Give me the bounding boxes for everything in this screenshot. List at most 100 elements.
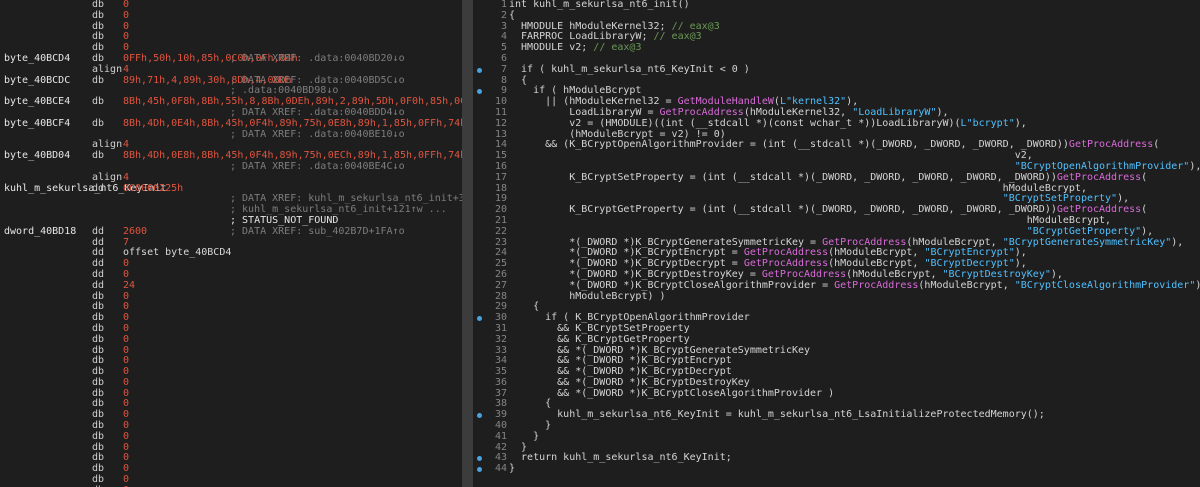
disasm-line[interactable]: align 4 <box>0 172 462 184</box>
code-token: ), <box>846 96 859 108</box>
disasm-line[interactable]: db0 <box>0 366 462 378</box>
disasm-line[interactable]: db0 <box>0 323 462 335</box>
disasm-line[interactable]: db0 <box>0 345 462 357</box>
code-token: // eax@3 <box>671 20 720 32</box>
disasm-line[interactable]: byte_40BCF4 db 8Bh,4Dh,0E4h,8Bh,45h,0F4h,8… <box>0 118 462 130</box>
code-token: ), <box>1014 117 1027 129</box>
code-token: ), <box>1014 258 1027 270</box>
pseudocode-line[interactable]: 37 && *(_DWORD *)K_BCryptCloseAlgorithmP… <box>473 388 1200 400</box>
code-token: (hModuleBcrypt, <box>918 279 1015 291</box>
disasm-line[interactable]: db0 <box>0 312 462 324</box>
code-token: "BCryptOpenAlgorithmProvider" <box>1014 160 1190 172</box>
code-token: "BCryptDestroyKey" <box>942 268 1051 280</box>
disasm-line[interactable]: db0 <box>0 409 462 421</box>
disasm-line[interactable]: byte_40BCD4 db 0FFh,50h,10h,85h,0C0h,0Fh,8… <box>0 53 462 65</box>
line-number: 27 <box>494 279 507 291</box>
pseudocode-line[interactable]: 39 kuhl_m_sekurlsa_nt6_KeyInit = kuhl_m_… <box>473 409 1200 421</box>
code-token: "BCryptGetProperty" <box>1026 225 1142 237</box>
disasm-line[interactable]: dd 7 <box>0 237 462 249</box>
pseudocode-view[interactable]: 1 int kuhl_m_sekurlsa_nt6_init() 2{3 HMODU… <box>473 0 1200 487</box>
code-token: HMODULE v2; <box>509 42 594 54</box>
code-token: v2, <box>509 150 1033 162</box>
code-token: ( <box>1141 171 1148 183</box>
disasm-label: dword_40BD18 <box>4 225 77 237</box>
code-text: } <box>509 463 516 475</box>
disasm-label: byte_40BCE4 <box>4 96 71 108</box>
line-number: 2 <box>500 9 507 21</box>
disasm-line[interactable]: dd 0 <box>0 258 462 270</box>
code-token: (hModuleKernel32, <box>743 106 853 118</box>
code-token: { <box>509 74 528 86</box>
disasm-line[interactable]: db0 <box>0 388 462 400</box>
code-token: { <box>509 301 540 313</box>
disasm-comment: ; DATA XREF: sub_402B7D+1FA↑o <box>230 225 405 237</box>
pseudocode-line[interactable]: 5 HMODULE v2; // eax@3 <box>473 42 1200 54</box>
disasm-opcode: db <box>92 150 105 162</box>
disasm-line[interactable]: db0 <box>0 32 462 43</box>
code-token: K_BCryptGetProperty = (int (__stdcall *)… <box>509 204 1057 216</box>
code-token: "LoadLibraryW" <box>852 106 937 118</box>
code-token: && K_BCryptSetProperty <box>509 322 690 334</box>
code-token: GetProcAddress <box>1068 139 1154 151</box>
code-token: } <box>509 441 528 453</box>
pseudocode-line[interactable]: 44} <box>473 463 1200 475</box>
disasm-opcode: db <box>92 74 105 86</box>
disasm-line[interactable]: dd 24 <box>0 280 462 292</box>
pseudocode-line[interactable]: 28 hModuleBcrypt) ) <box>473 291 1200 303</box>
code-token: "BCryptCloseAlgorithmProvider" <box>1014 279 1196 291</box>
disasm-line[interactable]: ; DATA XREF: .data:0040BE10↓o <box>0 129 462 141</box>
code-token: ), <box>1195 280 1200 291</box>
disasm-line[interactable]: db0 <box>0 302 462 313</box>
disasm-line[interactable]: db0 <box>0 10 462 22</box>
code-token: "BCryptSetProperty" <box>1002 193 1118 205</box>
disasm-label: byte_40BCDC <box>4 74 71 86</box>
pane-splitter[interactable] <box>462 0 473 487</box>
disasm-line[interactable]: db0 <box>0 333 462 346</box>
disasm-line[interactable]: db0 <box>0 399 462 410</box>
disasm-line[interactable]: db0 <box>0 463 462 475</box>
disasm-line[interactable]: dd offset byte_40BCD4 <box>0 248 462 259</box>
disasm-line[interactable]: db0 <box>0 442 462 454</box>
disasm-line[interactable]: db0 <box>0 0 462 11</box>
disasm-line[interactable]: db0 <box>0 355 462 367</box>
disasm-line[interactable]: db0 <box>0 431 462 443</box>
code-token: GetModuleHandleW <box>677 96 774 108</box>
code-token: "BCryptDecrypt" <box>924 258 1015 270</box>
code-token: // eax@3 <box>593 42 642 54</box>
disasm-line[interactable]: db0 <box>0 474 462 486</box>
code-token: K_BCryptSetProperty = (int (__stdcall *)… <box>509 171 1057 183</box>
line-number: 17 <box>494 171 507 183</box>
code-token: ( <box>1153 139 1160 151</box>
pseudocode-line[interactable]: 43 return kuhl_m_sekurlsa_nt6_KeyInit; <box>473 453 1200 464</box>
disasm-line[interactable]: ; DATA XREF: .data:0040BE4C↓o <box>0 161 462 173</box>
code-token: } <box>509 463 516 475</box>
pseudocode-line[interactable]: 7 if ( kuhl_m_sekurlsa_nt6_KeyInit < 0 ) <box>473 64 1200 76</box>
code-token: hModuleBcrypt, <box>509 182 1087 194</box>
line-number: 32 <box>494 333 507 345</box>
code-token: *(_DWORD *)K_BCryptCloseAlgorithmProvide… <box>509 279 835 291</box>
disasm-line[interactable]: db0 <box>0 291 462 303</box>
disasm-opcode: db <box>92 333 105 345</box>
disasm-line[interactable]: db0 <box>0 420 462 432</box>
disasm-line[interactable]: align 4 <box>0 64 462 76</box>
disasm-label: byte_40BD04 <box>4 150 71 162</box>
code-token: ), <box>936 106 949 118</box>
disasm-line[interactable]: dd 0 <box>0 269 462 281</box>
code-token: L"kernel32" <box>779 96 847 108</box>
code-token: GetProcAddress <box>822 236 907 248</box>
code-token: int kuhl_m_sekurlsa_nt6_init() <box>509 0 690 10</box>
code-text: HMODULE v2; // eax@3 <box>509 42 642 54</box>
line-number: 12 <box>494 117 507 129</box>
pseudocode-line[interactable]: 40 } <box>473 420 1200 432</box>
disasm-line[interactable]: db0 <box>0 377 462 389</box>
disasm-line[interactable]: db0 <box>0 453 462 464</box>
code-token: if ( hModuleBcrypt <box>509 85 642 97</box>
disasm-line[interactable]: dword_40BD18 dd 2600 ; DATA XREF: sub_402B7… <box>0 225 462 238</box>
code-token: ), <box>1014 247 1027 259</box>
disassembly-view[interactable]: db 0 db 0 db 0 db 0 db 0 byte_40BCD4 db 0FFh,50h,10h… <box>0 0 462 487</box>
disasm-line[interactable]: db0 <box>0 21 462 33</box>
pseudocode-line[interactable]: 41 } <box>473 431 1200 443</box>
pseudocode-line[interactable]: 1 int kuhl_m_sekurlsa_nt6_init() <box>473 0 1200 11</box>
